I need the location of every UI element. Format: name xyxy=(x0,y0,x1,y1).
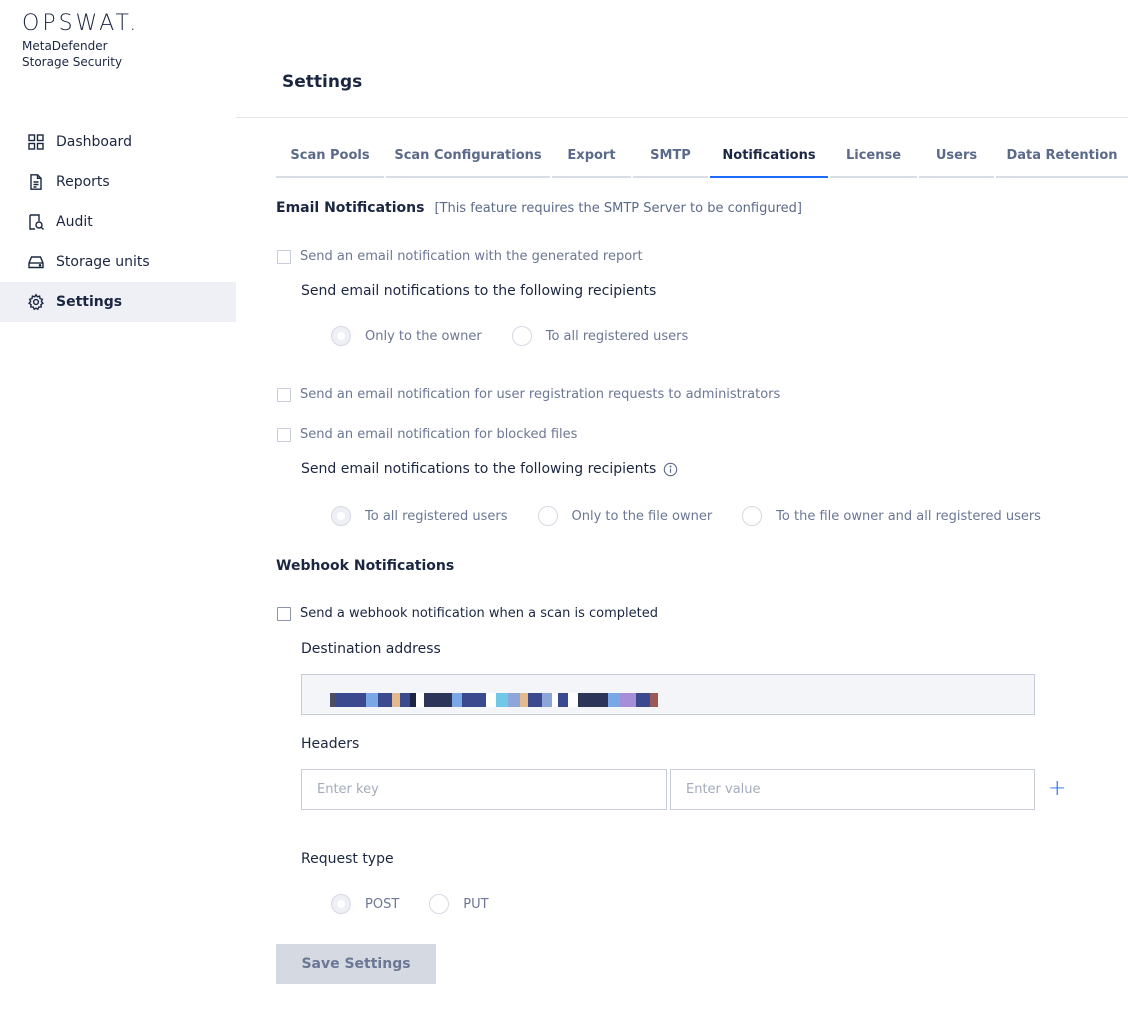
radio-post[interactable] xyxy=(331,894,351,914)
radio-all-registered-users-label: To all registered users xyxy=(545,328,689,344)
tab-notifications[interactable]: Notifications xyxy=(710,134,828,178)
audit-icon xyxy=(27,213,45,231)
webhook-checkbox[interactable] xyxy=(277,606,291,621)
report-recipients-label: Send email notifications to the followin… xyxy=(301,283,657,299)
save-settings-button[interactable]: Save Settings xyxy=(276,944,436,984)
product-name: MetaDefender Storage Security xyxy=(22,38,122,70)
webhook-option: Send a webhook notification when a scan … xyxy=(277,606,658,621)
radio-put-label: PUT xyxy=(463,896,489,912)
radio-blocked-all-users-label: To all registered users xyxy=(365,508,508,524)
radio-only-owner[interactable] xyxy=(331,326,351,346)
sidebar-item-dashboard[interactable]: Dashboard xyxy=(0,122,236,162)
page-title: Settings xyxy=(282,72,363,92)
report-email-option: Send an email notification with the gene… xyxy=(277,249,643,264)
smtp-requirement-note: [This feature requires the SMTP Server t… xyxy=(434,201,802,216)
sidebar-item-label: Storage units xyxy=(56,254,150,270)
registration-email-label: Send an email notification for user regi… xyxy=(300,387,781,402)
sidebar-item-label: Audit xyxy=(56,214,93,230)
product-name-line1: MetaDefender xyxy=(22,39,108,53)
sidebar-item-label: Dashboard xyxy=(56,134,132,150)
blocked-recipients-options: To all registered users Only to the file… xyxy=(331,506,1071,526)
tab-data-retention[interactable]: Data Retention xyxy=(996,134,1128,178)
report-recipients-options: Only to the owner To all registered user… xyxy=(331,326,718,346)
email-notifications-title: Email Notifications [This feature require… xyxy=(276,200,802,216)
blocked-files-email-label: Send an email notification for blocked f… xyxy=(300,427,578,442)
tab-license[interactable]: License xyxy=(830,134,917,178)
settings-tabs: Scan Pools Scan Configurations Export SM… xyxy=(276,134,1128,178)
radio-put[interactable] xyxy=(429,894,450,914)
radio-all-registered-users[interactable] xyxy=(511,326,532,346)
info-icon[interactable] xyxy=(663,462,678,477)
request-type-label: Request type xyxy=(301,851,394,867)
registration-email-checkbox[interactable] xyxy=(277,387,291,402)
tab-export[interactable]: Export xyxy=(552,134,631,178)
destination-address-input[interactable] xyxy=(301,674,1035,715)
gear-icon xyxy=(27,293,45,311)
radio-blocked-owner-and-users[interactable] xyxy=(742,506,763,526)
email-section-heading: Email Notifications xyxy=(276,200,425,216)
redacted-address-value xyxy=(330,693,728,707)
tab-users[interactable]: Users xyxy=(919,134,994,178)
radio-blocked-all-users[interactable] xyxy=(331,506,351,526)
storage-drive-icon xyxy=(27,253,45,271)
radio-only-owner-label: Only to the owner xyxy=(365,328,482,344)
report-email-label: Send an email notification with the gene… xyxy=(300,249,643,264)
header-value-input[interactable] xyxy=(670,769,1035,810)
report-email-checkbox[interactable] xyxy=(277,249,291,264)
header-divider xyxy=(236,117,1128,118)
product-name-line2: Storage Security xyxy=(22,55,123,69)
radio-post-label: POST xyxy=(365,896,400,912)
radio-blocked-owner-and-users-label: To the file owner and all registered use… xyxy=(776,508,1041,524)
sidebar-item-audit[interactable]: Audit xyxy=(0,202,236,242)
sidebar: OPSWAT. MetaDefender Storage Security Da… xyxy=(0,0,236,1022)
registration-email-option: Send an email notification for user regi… xyxy=(277,387,780,402)
sidebar-item-reports[interactable]: Reports xyxy=(0,162,236,202)
destination-address-label: Destination address xyxy=(301,641,441,657)
tab-scan-configurations[interactable]: Scan Configurations xyxy=(386,134,550,178)
webhook-notifications-title: Webhook Notifications xyxy=(276,558,455,574)
radio-blocked-file-owner-label: Only to the file owner xyxy=(571,508,713,524)
blocked-recipients-label: Send email notifications to the followin… xyxy=(301,461,657,477)
add-header-icon[interactable]: + xyxy=(1048,776,1066,801)
tab-smtp[interactable]: SMTP xyxy=(633,134,708,178)
document-icon xyxy=(27,173,45,191)
sidebar-item-settings[interactable]: Settings xyxy=(0,282,236,322)
tab-scan-pools[interactable]: Scan Pools xyxy=(276,134,384,178)
radio-blocked-file-owner[interactable] xyxy=(537,506,558,526)
header-key-input[interactable] xyxy=(301,769,667,810)
sidebar-item-label: Settings xyxy=(56,294,123,310)
dashboard-grid-icon xyxy=(27,133,45,151)
webhook-checkbox-label: Send a webhook notification when a scan … xyxy=(300,606,658,621)
blocked-files-email-option: Send an email notification for blocked f… xyxy=(277,427,577,442)
sidebar-item-storage-units[interactable]: Storage units xyxy=(0,242,236,282)
blocked-recipients-label-row: Send email notifications to the followin… xyxy=(301,461,678,477)
request-type-options: POST PUT xyxy=(331,894,519,914)
sidebar-item-label: Reports xyxy=(56,174,110,190)
headers-label: Headers xyxy=(301,736,360,752)
opswat-logo[interactable]: OPSWAT. xyxy=(22,11,139,36)
sidebar-nav: Dashboard Reports Audit Storage units Se… xyxy=(0,122,236,322)
blocked-files-email-checkbox[interactable] xyxy=(277,427,291,442)
